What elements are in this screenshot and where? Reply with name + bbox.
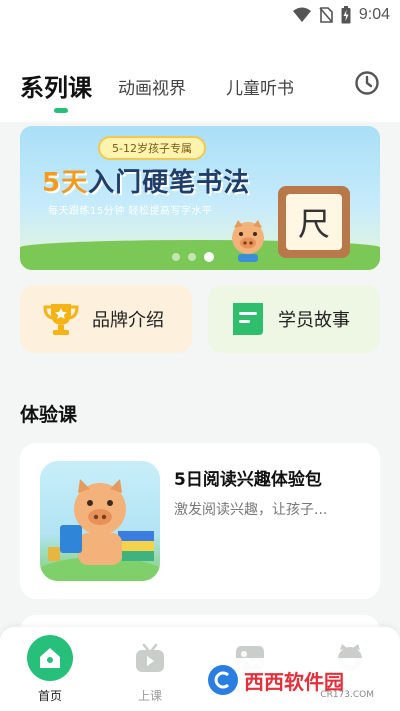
brand-intro-card[interactable]: 品牌介绍	[20, 285, 192, 353]
tab-bar: 系列课 动画视界 儿童听书	[20, 68, 334, 113]
home-icon	[27, 635, 73, 681]
pig-reading-illustration-icon	[40, 479, 160, 581]
course-description: 激发阅读兴趣，让孩子...	[174, 502, 328, 518]
top-tab-area: 系列课 动画视界 儿童听书	[0, 30, 400, 122]
promo-banner[interactable]: 5-12岁孩子专属 5天入门硬笔书法 每天跟练15分钟 轻松提高写字水平 尺	[20, 126, 380, 270]
nav-home-label: 首页	[37, 689, 62, 703]
battery-charging-icon	[341, 6, 351, 24]
course-card[interactable]: 5日阅读兴趣体验包 激发阅读兴趣，让孩子...	[20, 443, 380, 599]
tab-animation[interactable]: 动画视界	[118, 74, 186, 103]
student-story-card[interactable]: 学员故事	[208, 285, 380, 353]
banner-title-rest: 入门硬笔书法	[88, 168, 251, 198]
trophy-icon	[43, 304, 79, 335]
nav-home[interactable]: 首页	[0, 627, 100, 711]
wifi-icon	[292, 7, 311, 22]
watermark-url: CR173.COM	[320, 690, 374, 700]
banner-board-character: 尺	[286, 194, 342, 250]
course-thumbnail	[40, 461, 160, 581]
site-watermark: 西西软件园 CR173.COM	[200, 658, 384, 702]
document-icon	[233, 303, 263, 335]
brand-intro-label: 品牌介绍	[92, 310, 164, 331]
status-time: 9:04	[358, 6, 390, 23]
student-story-label: 学员故事	[278, 310, 350, 331]
banner-title-highlight: 5天	[42, 168, 89, 198]
watermark-logo-icon	[208, 665, 238, 695]
banner-dot[interactable]	[172, 253, 180, 261]
banner-subtitle: 每天跟练15分钟 轻松提高写字水平	[48, 206, 213, 217]
nav-class-label: 上课	[137, 689, 162, 703]
banner-pagination	[172, 252, 214, 262]
course-title: 5日阅读兴趣体验包	[174, 470, 322, 490]
trial-course-section-title: 体验课	[20, 404, 78, 426]
history-clock-icon[interactable]	[354, 70, 380, 96]
banner-dot-active[interactable]	[204, 252, 214, 262]
status-bar: 9:04	[0, 0, 400, 30]
nav-class[interactable]: 上课	[100, 627, 200, 711]
pig-mascot-icon	[232, 220, 264, 262]
banner-dot[interactable]	[188, 253, 196, 261]
quick-cards: 品牌介绍 学员故事	[20, 285, 380, 353]
no-sim-icon	[319, 7, 333, 23]
banner-age-badge: 5-12岁孩子专属	[98, 136, 206, 160]
tab-series-course[interactable]: 系列课	[20, 68, 92, 113]
status-icons: 9:04	[292, 6, 390, 24]
tab-kids-audiobook[interactable]: 儿童听书	[226, 74, 294, 103]
banner-writing-board: 尺	[278, 186, 350, 258]
tv-icon	[127, 635, 173, 681]
banner-title: 5天入门硬笔书法	[42, 162, 250, 199]
